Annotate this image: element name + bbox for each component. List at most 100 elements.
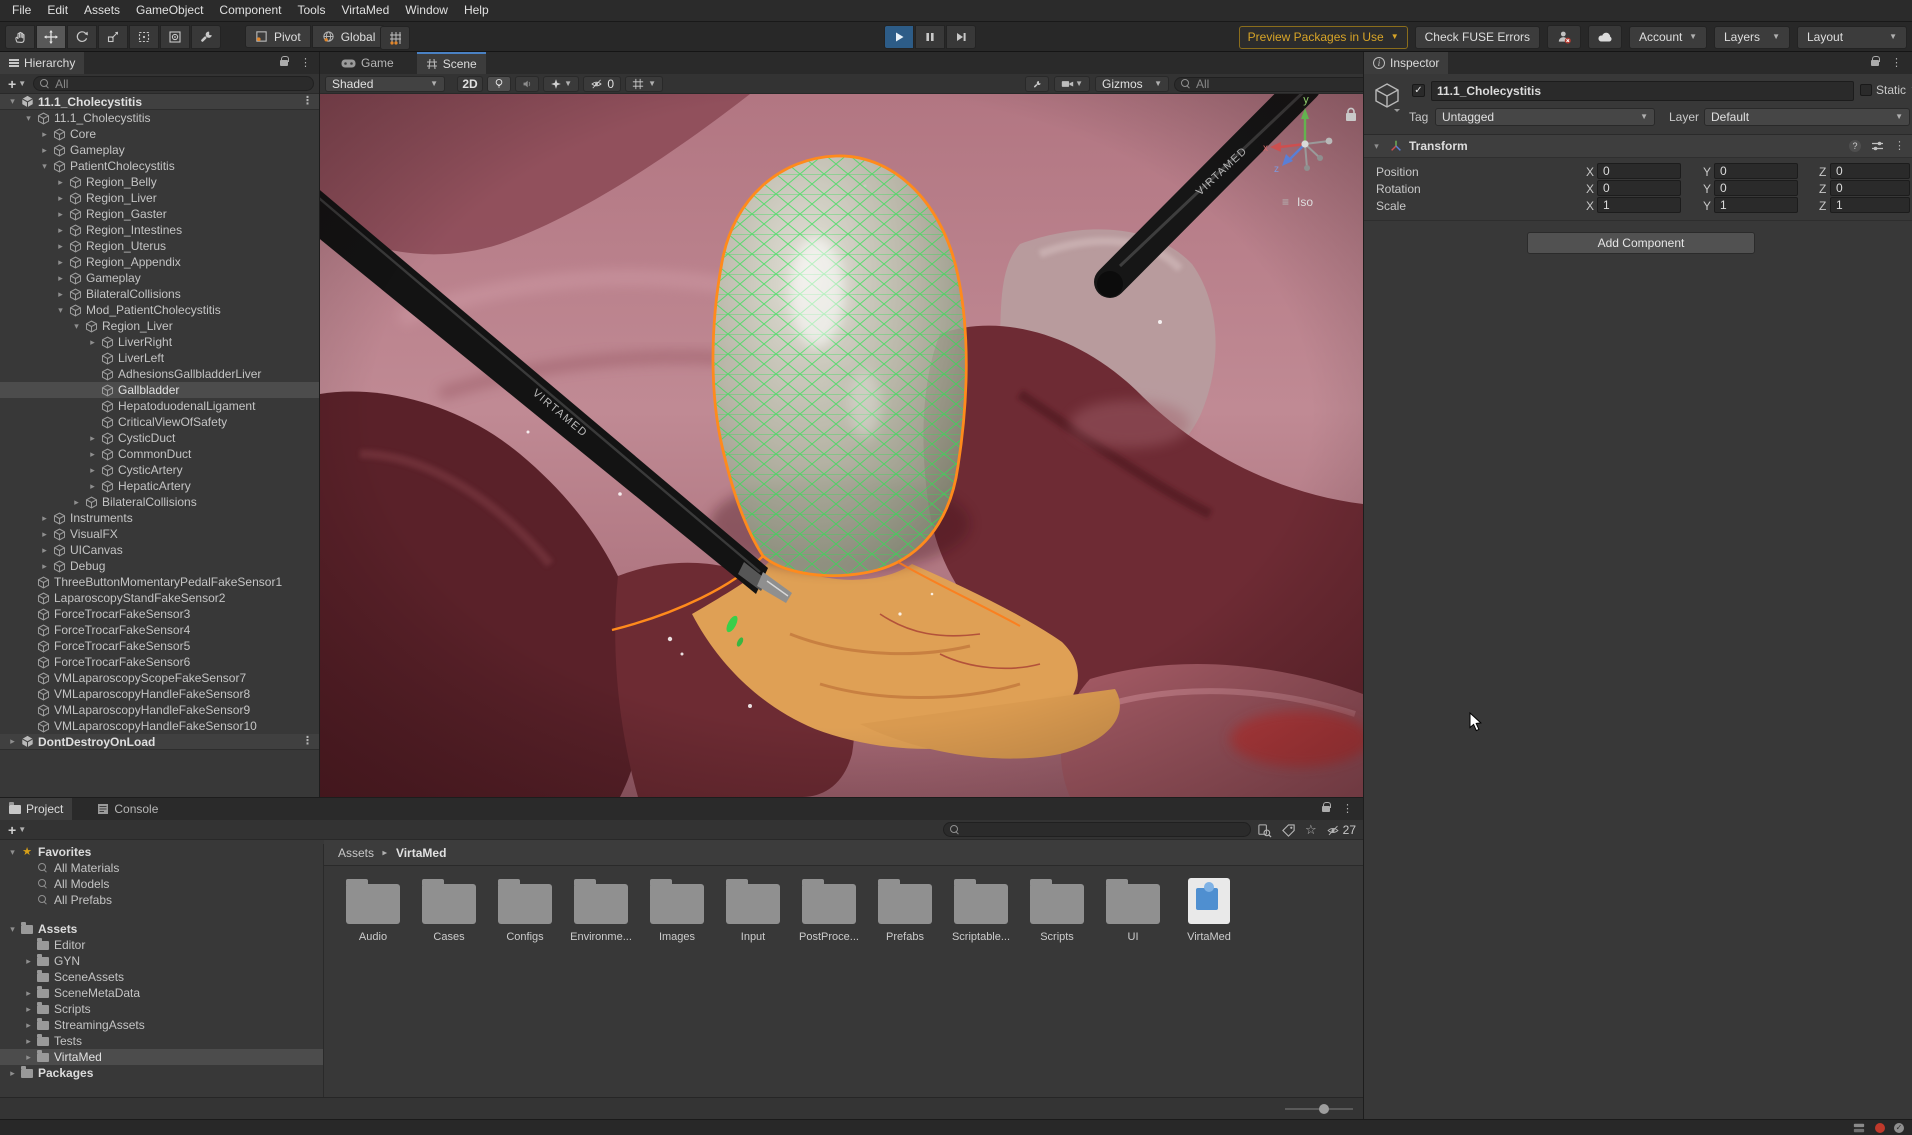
menu-edit[interactable]: Edit xyxy=(39,0,76,21)
active-checkbox[interactable]: ✓ xyxy=(1412,84,1425,97)
tree-item-Core[interactable]: ▸Core xyxy=(0,126,319,142)
menu-file[interactable]: File xyxy=(4,0,39,21)
expand-arrow-closed[interactable]: ▸ xyxy=(54,209,67,220)
expand-arrow-closed[interactable]: ▸ xyxy=(22,988,35,999)
tree-item-SceneMetaData[interactable]: ▸SceneMetaData xyxy=(0,985,323,1001)
expand-arrow-closed[interactable]: ▸ xyxy=(54,225,67,236)
folder-item-Environme...[interactable]: Environme... xyxy=(563,878,639,943)
tree-item-LiverLeft[interactable]: LiverLeft xyxy=(0,350,319,366)
menu-tools[interactable]: Tools xyxy=(289,0,333,21)
tree-item-VMLaparoscopyHandleFakeSensor8[interactable]: VMLaparoscopyHandleFakeSensor8 xyxy=(0,686,319,702)
tree-item-Region_Belly[interactable]: ▸Region_Belly xyxy=(0,174,319,190)
tree-item-VMLaparoscopyHandleFakeSensor10[interactable]: VMLaparoscopyHandleFakeSensor10 xyxy=(0,718,319,734)
breadcrumb-assets[interactable]: Assets xyxy=(338,846,374,860)
scene-audio-button[interactable] xyxy=(515,76,539,92)
folder-item-Input[interactable]: Input xyxy=(715,878,791,943)
tree-item-ForceTrocarFakeSensor5[interactable]: ForceTrocarFakeSensor5 xyxy=(0,638,319,654)
tree-item-All Models[interactable]: All Models xyxy=(0,876,323,892)
rotation-z-field[interactable]: 0 xyxy=(1830,180,1910,196)
folder-item-Audio[interactable]: Audio xyxy=(335,878,411,943)
tree-item-Region_Intestines[interactable]: ▸Region_Intestines xyxy=(0,222,319,238)
scale-y-field[interactable]: 1 xyxy=(1714,197,1798,213)
cache-server-icon[interactable] xyxy=(1852,1122,1866,1134)
check-fuse-errors-button[interactable]: Check FUSE Errors xyxy=(1415,26,1540,49)
tree-item-BilateralCollisions[interactable]: ▸BilateralCollisions xyxy=(0,286,319,302)
hierarchy-kebab-menu[interactable]: ⋮ xyxy=(300,58,311,69)
create-object-button[interactable]: +▼ xyxy=(5,76,29,92)
expand-arrow-closed[interactable]: ▸ xyxy=(54,241,67,252)
folder-item-UI[interactable]: UI xyxy=(1095,878,1171,943)
tree-item-VisualFX[interactable]: ▸VisualFX xyxy=(0,526,319,542)
lock-icon[interactable] xyxy=(1871,60,1879,66)
folder-item-PostProce...[interactable]: PostProce... xyxy=(791,878,867,943)
static-toggle[interactable]: Static▼ xyxy=(1860,83,1912,97)
help-icon[interactable]: ? xyxy=(1849,140,1861,152)
tree-item-PatientCholecystitis[interactable]: ▾PatientCholecystitis xyxy=(0,158,319,174)
tree-item-Region_Gaster[interactable]: ▸Region_Gaster xyxy=(0,206,319,222)
expand-arrow-closed[interactable]: ▸ xyxy=(86,433,99,444)
tab-console[interactable]: Console xyxy=(88,798,167,820)
menu-component[interactable]: Component xyxy=(211,0,289,21)
pivot-toggle-button[interactable]: Pivot xyxy=(245,25,311,48)
tree-item-Assets[interactable]: ▾Assets xyxy=(0,921,323,937)
projection-mode-label[interactable]: Iso xyxy=(1297,195,1313,209)
position-x-field[interactable]: 0 xyxy=(1597,163,1681,179)
expand-arrow-open[interactable]: ▾ xyxy=(6,96,19,107)
rect-tool-button[interactable] xyxy=(129,25,159,49)
tree-item-Editor[interactable]: Editor xyxy=(0,937,323,953)
scene-row-11.1_Cholecystitis[interactable]: ▾11.1_Cholecystitis⋮ xyxy=(0,94,319,110)
lock-icon[interactable] xyxy=(280,60,288,66)
tab-scene[interactable]: Scene xyxy=(417,52,486,74)
expand-arrow-closed[interactable]: ▸ xyxy=(54,177,67,188)
tree-item-VirtaMed[interactable]: ▸VirtaMed xyxy=(0,1049,323,1065)
tab-hierarchy[interactable]: Hierarchy xyxy=(0,52,84,74)
expand-arrow-closed[interactable]: ▸ xyxy=(86,337,99,348)
slider-handle[interactable] xyxy=(1319,1104,1329,1114)
expand-arrow-closed[interactable]: ▸ xyxy=(22,1052,35,1063)
scene-camera-dropdown[interactable]: ▼ xyxy=(1054,76,1090,92)
tree-item-ThreeButtonMomentaryPedalFakeSensor1[interactable]: ThreeButtonMomentaryPedalFakeSensor1 xyxy=(0,574,319,590)
gameobject-name-field[interactable]: 11.1_Cholecystitis xyxy=(1431,81,1854,101)
account-dropdown[interactable]: Account▼ xyxy=(1629,26,1707,49)
tree-item-All Materials[interactable]: All Materials xyxy=(0,860,323,876)
tree-item-Region_Liver[interactable]: ▾Region_Liver xyxy=(0,318,319,334)
preview-packages-button[interactable]: Preview Packages in Use▼ xyxy=(1239,26,1408,49)
tree-item-Region_Appendix[interactable]: ▸Region_Appendix xyxy=(0,254,319,270)
tree-item-Gallbladder[interactable]: Gallbladder xyxy=(0,382,319,398)
tree-item-Region_Liver[interactable]: ▸Region_Liver xyxy=(0,190,319,206)
scale-x-field[interactable]: 1 xyxy=(1597,197,1681,213)
scene-visibility-button[interactable]: 0 xyxy=(583,76,621,92)
add-component-button[interactable]: Add Component xyxy=(1527,232,1755,254)
expand-arrow-closed[interactable]: ▸ xyxy=(86,481,99,492)
expand-arrow-open[interactable]: ▾ xyxy=(70,321,83,332)
scene-lighting-button[interactable] xyxy=(487,76,511,92)
progress-status-icon[interactable]: ✓ xyxy=(1894,1123,1904,1133)
component-kebab-menu[interactable]: ⋮ xyxy=(1894,141,1905,152)
tab-project[interactable]: Project xyxy=(0,798,72,820)
expand-arrow-closed[interactable]: ▸ xyxy=(54,289,67,300)
expand-arrow-closed[interactable]: ▸ xyxy=(38,529,51,540)
folder-item-Images[interactable]: Images xyxy=(639,878,715,943)
expand-arrow-closed[interactable]: ▸ xyxy=(6,1068,19,1079)
save-search-star-icon[interactable]: ☆ xyxy=(1305,822,1317,838)
expand-arrow-open[interactable]: ▾ xyxy=(22,113,35,124)
custom-tool-button[interactable] xyxy=(191,25,221,49)
expand-arrow-closed[interactable]: ▸ xyxy=(22,1020,35,1031)
tree-item-CommonDuct[interactable]: ▸CommonDuct xyxy=(0,446,319,462)
scale-tool-button[interactable] xyxy=(98,25,128,49)
expand-arrow-closed[interactable]: ▸ xyxy=(38,145,51,156)
tree-item-Packages[interactable]: ▸Packages xyxy=(0,1065,323,1081)
tree-item-HepatoduodenalLigament[interactable]: HepatoduodenalLigament xyxy=(0,398,319,414)
tree-item-Debug[interactable]: ▸Debug xyxy=(0,558,319,574)
pause-button[interactable] xyxy=(915,25,945,49)
asset-item-VirtaMed[interactable]: VirtaMed xyxy=(1171,878,1247,943)
expand-arrow-closed[interactable]: ▸ xyxy=(38,129,51,140)
scale-z-field[interactable]: 1 xyxy=(1830,197,1910,213)
scene-options-kebab[interactable]: ⋮ xyxy=(302,736,313,747)
tree-item-GYN[interactable]: ▸GYN xyxy=(0,953,323,969)
menu-window[interactable]: Window xyxy=(397,0,456,21)
expand-arrow-open[interactable]: ▾ xyxy=(6,847,19,858)
tree-item-StreamingAssets[interactable]: ▸StreamingAssets xyxy=(0,1017,323,1033)
folder-item-Prefabs[interactable]: Prefabs xyxy=(867,878,943,943)
menu-gameobject[interactable]: GameObject xyxy=(128,0,211,21)
